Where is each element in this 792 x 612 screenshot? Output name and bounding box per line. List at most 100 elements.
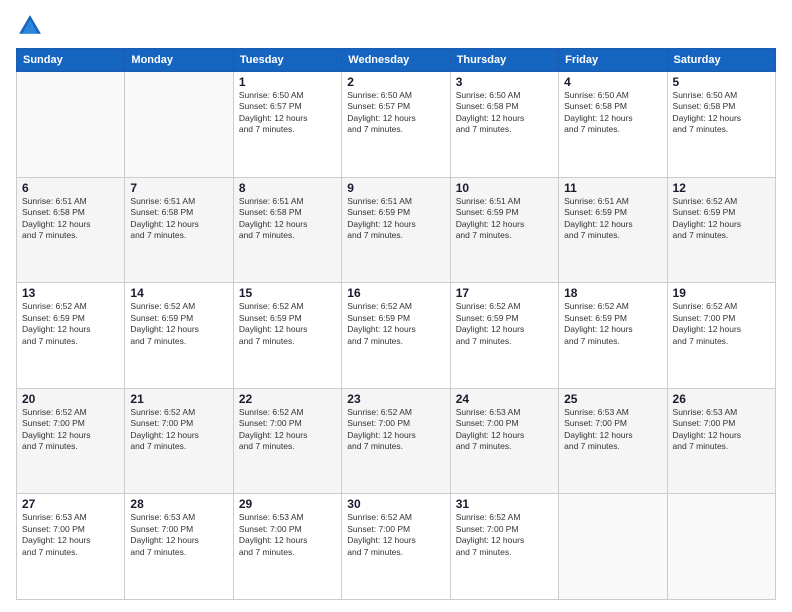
day-number: 19 bbox=[673, 286, 770, 300]
day-number: 17 bbox=[456, 286, 553, 300]
calendar-cell: 30Sunrise: 6:52 AM Sunset: 7:00 PM Dayli… bbox=[342, 494, 450, 600]
calendar-cell: 9Sunrise: 6:51 AM Sunset: 6:59 PM Daylig… bbox=[342, 177, 450, 283]
calendar-cell: 16Sunrise: 6:52 AM Sunset: 6:59 PM Dayli… bbox=[342, 283, 450, 389]
day-number: 20 bbox=[22, 392, 119, 406]
calendar-cell: 8Sunrise: 6:51 AM Sunset: 6:58 PM Daylig… bbox=[233, 177, 341, 283]
page: SundayMondayTuesdayWednesdayThursdayFrid… bbox=[0, 0, 792, 612]
day-number: 24 bbox=[456, 392, 553, 406]
day-info: Sunrise: 6:50 AM Sunset: 6:57 PM Dayligh… bbox=[239, 90, 336, 136]
day-number: 15 bbox=[239, 286, 336, 300]
day-number: 3 bbox=[456, 75, 553, 89]
day-number: 27 bbox=[22, 497, 119, 511]
calendar-cell: 1Sunrise: 6:50 AM Sunset: 6:57 PM Daylig… bbox=[233, 72, 341, 178]
calendar-cell: 2Sunrise: 6:50 AM Sunset: 6:57 PM Daylig… bbox=[342, 72, 450, 178]
day-info: Sunrise: 6:52 AM Sunset: 6:59 PM Dayligh… bbox=[130, 301, 227, 347]
day-info: Sunrise: 6:52 AM Sunset: 6:59 PM Dayligh… bbox=[673, 196, 770, 242]
calendar-cell: 15Sunrise: 6:52 AM Sunset: 6:59 PM Dayli… bbox=[233, 283, 341, 389]
header bbox=[16, 12, 776, 40]
logo-icon bbox=[16, 12, 44, 40]
day-info: Sunrise: 6:52 AM Sunset: 7:00 PM Dayligh… bbox=[239, 407, 336, 453]
day-number: 28 bbox=[130, 497, 227, 511]
calendar-cell: 18Sunrise: 6:52 AM Sunset: 6:59 PM Dayli… bbox=[559, 283, 667, 389]
day-number: 12 bbox=[673, 181, 770, 195]
calendar-cell: 5Sunrise: 6:50 AM Sunset: 6:58 PM Daylig… bbox=[667, 72, 775, 178]
day-info: Sunrise: 6:53 AM Sunset: 7:00 PM Dayligh… bbox=[564, 407, 661, 453]
calendar-cell: 12Sunrise: 6:52 AM Sunset: 6:59 PM Dayli… bbox=[667, 177, 775, 283]
day-number: 22 bbox=[239, 392, 336, 406]
col-header-thursday: Thursday bbox=[450, 49, 558, 72]
calendar-cell: 3Sunrise: 6:50 AM Sunset: 6:58 PM Daylig… bbox=[450, 72, 558, 178]
calendar-cell bbox=[17, 72, 125, 178]
day-number: 9 bbox=[347, 181, 444, 195]
calendar-cell: 25Sunrise: 6:53 AM Sunset: 7:00 PM Dayli… bbox=[559, 388, 667, 494]
day-info: Sunrise: 6:52 AM Sunset: 7:00 PM Dayligh… bbox=[22, 407, 119, 453]
col-header-friday: Friday bbox=[559, 49, 667, 72]
calendar-cell: 26Sunrise: 6:53 AM Sunset: 7:00 PM Dayli… bbox=[667, 388, 775, 494]
calendar-cell: 7Sunrise: 6:51 AM Sunset: 6:58 PM Daylig… bbox=[125, 177, 233, 283]
calendar-cell: 17Sunrise: 6:52 AM Sunset: 6:59 PM Dayli… bbox=[450, 283, 558, 389]
calendar-cell bbox=[667, 494, 775, 600]
day-info: Sunrise: 6:52 AM Sunset: 6:59 PM Dayligh… bbox=[564, 301, 661, 347]
day-number: 8 bbox=[239, 181, 336, 195]
col-header-wednesday: Wednesday bbox=[342, 49, 450, 72]
calendar-cell: 28Sunrise: 6:53 AM Sunset: 7:00 PM Dayli… bbox=[125, 494, 233, 600]
calendar-cell: 23Sunrise: 6:52 AM Sunset: 7:00 PM Dayli… bbox=[342, 388, 450, 494]
calendar-cell: 29Sunrise: 6:53 AM Sunset: 7:00 PM Dayli… bbox=[233, 494, 341, 600]
calendar-table: SundayMondayTuesdayWednesdayThursdayFrid… bbox=[16, 48, 776, 600]
calendar-cell: 14Sunrise: 6:52 AM Sunset: 6:59 PM Dayli… bbox=[125, 283, 233, 389]
day-info: Sunrise: 6:51 AM Sunset: 6:59 PM Dayligh… bbox=[564, 196, 661, 242]
day-info: Sunrise: 6:51 AM Sunset: 6:59 PM Dayligh… bbox=[347, 196, 444, 242]
day-number: 31 bbox=[456, 497, 553, 511]
day-info: Sunrise: 6:50 AM Sunset: 6:57 PM Dayligh… bbox=[347, 90, 444, 136]
day-number: 2 bbox=[347, 75, 444, 89]
logo bbox=[16, 12, 48, 40]
day-info: Sunrise: 6:50 AM Sunset: 6:58 PM Dayligh… bbox=[564, 90, 661, 136]
day-number: 29 bbox=[239, 497, 336, 511]
day-number: 1 bbox=[239, 75, 336, 89]
day-number: 21 bbox=[130, 392, 227, 406]
calendar-cell: 31Sunrise: 6:52 AM Sunset: 7:00 PM Dayli… bbox=[450, 494, 558, 600]
day-number: 16 bbox=[347, 286, 444, 300]
day-number: 4 bbox=[564, 75, 661, 89]
calendar-cell: 13Sunrise: 6:52 AM Sunset: 6:59 PM Dayli… bbox=[17, 283, 125, 389]
col-header-tuesday: Tuesday bbox=[233, 49, 341, 72]
day-number: 6 bbox=[22, 181, 119, 195]
calendar-cell: 11Sunrise: 6:51 AM Sunset: 6:59 PM Dayli… bbox=[559, 177, 667, 283]
day-info: Sunrise: 6:52 AM Sunset: 6:59 PM Dayligh… bbox=[456, 301, 553, 347]
day-number: 5 bbox=[673, 75, 770, 89]
day-info: Sunrise: 6:53 AM Sunset: 7:00 PM Dayligh… bbox=[456, 407, 553, 453]
day-info: Sunrise: 6:50 AM Sunset: 6:58 PM Dayligh… bbox=[673, 90, 770, 136]
day-info: Sunrise: 6:51 AM Sunset: 6:58 PM Dayligh… bbox=[239, 196, 336, 242]
day-info: Sunrise: 6:52 AM Sunset: 7:00 PM Dayligh… bbox=[673, 301, 770, 347]
col-header-monday: Monday bbox=[125, 49, 233, 72]
day-number: 23 bbox=[347, 392, 444, 406]
calendar-cell bbox=[125, 72, 233, 178]
calendar-cell: 19Sunrise: 6:52 AM Sunset: 7:00 PM Dayli… bbox=[667, 283, 775, 389]
day-info: Sunrise: 6:52 AM Sunset: 7:00 PM Dayligh… bbox=[347, 512, 444, 558]
day-info: Sunrise: 6:52 AM Sunset: 7:00 PM Dayligh… bbox=[130, 407, 227, 453]
day-info: Sunrise: 6:52 AM Sunset: 7:00 PM Dayligh… bbox=[347, 407, 444, 453]
col-header-sunday: Sunday bbox=[17, 49, 125, 72]
day-number: 18 bbox=[564, 286, 661, 300]
day-number: 25 bbox=[564, 392, 661, 406]
calendar-cell: 27Sunrise: 6:53 AM Sunset: 7:00 PM Dayli… bbox=[17, 494, 125, 600]
calendar-cell: 10Sunrise: 6:51 AM Sunset: 6:59 PM Dayli… bbox=[450, 177, 558, 283]
day-number: 7 bbox=[130, 181, 227, 195]
day-info: Sunrise: 6:50 AM Sunset: 6:58 PM Dayligh… bbox=[456, 90, 553, 136]
calendar-cell: 6Sunrise: 6:51 AM Sunset: 6:58 PM Daylig… bbox=[17, 177, 125, 283]
calendar-cell: 22Sunrise: 6:52 AM Sunset: 7:00 PM Dayli… bbox=[233, 388, 341, 494]
day-number: 14 bbox=[130, 286, 227, 300]
calendar-cell bbox=[559, 494, 667, 600]
day-info: Sunrise: 6:53 AM Sunset: 7:00 PM Dayligh… bbox=[130, 512, 227, 558]
day-number: 10 bbox=[456, 181, 553, 195]
day-number: 11 bbox=[564, 181, 661, 195]
day-info: Sunrise: 6:53 AM Sunset: 7:00 PM Dayligh… bbox=[673, 407, 770, 453]
col-header-saturday: Saturday bbox=[667, 49, 775, 72]
day-info: Sunrise: 6:52 AM Sunset: 6:59 PM Dayligh… bbox=[347, 301, 444, 347]
day-info: Sunrise: 6:53 AM Sunset: 7:00 PM Dayligh… bbox=[22, 512, 119, 558]
day-info: Sunrise: 6:53 AM Sunset: 7:00 PM Dayligh… bbox=[239, 512, 336, 558]
day-info: Sunrise: 6:52 AM Sunset: 6:59 PM Dayligh… bbox=[22, 301, 119, 347]
calendar-cell: 20Sunrise: 6:52 AM Sunset: 7:00 PM Dayli… bbox=[17, 388, 125, 494]
calendar-cell: 4Sunrise: 6:50 AM Sunset: 6:58 PM Daylig… bbox=[559, 72, 667, 178]
calendar-cell: 24Sunrise: 6:53 AM Sunset: 7:00 PM Dayli… bbox=[450, 388, 558, 494]
